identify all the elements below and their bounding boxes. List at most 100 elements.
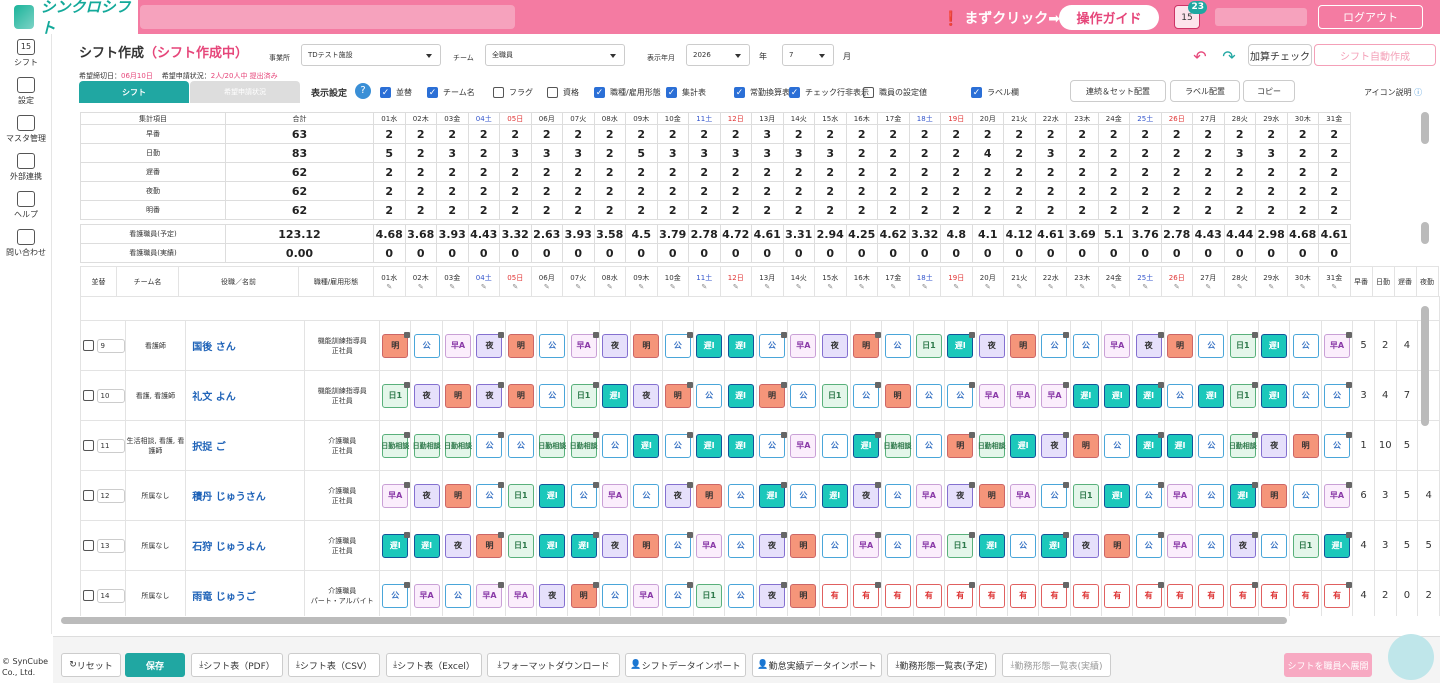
shift-badge[interactable]: 夜	[821, 333, 848, 358]
shift-badge[interactable]: 夜	[758, 531, 787, 558]
shift-badge[interactable]: 明	[633, 533, 660, 558]
shift-badge[interactable]: 有	[884, 583, 911, 608]
shift-badge[interactable]: 有	[978, 583, 1005, 608]
shift-badge[interactable]: 公	[413, 333, 440, 358]
shift-cell[interactable]: 早A	[567, 320, 600, 371]
option-5[interactable]: ✓ 集計表	[666, 87, 706, 98]
row-order-input[interactable]: 11	[96, 438, 125, 453]
shift-cell[interactable]: 明	[787, 570, 820, 616]
pencil-icon[interactable]: ✎	[973, 283, 1003, 291]
shift-cell[interactable]: 公	[787, 370, 820, 421]
shift-cell[interactable]: 明	[787, 520, 820, 571]
shift-badge[interactable]: 公	[539, 383, 566, 408]
shift-cell[interactable]: 遅I	[536, 520, 569, 571]
checkbox-icon[interactable]: ✓	[380, 87, 391, 98]
pencil-icon[interactable]: ✎	[1067, 283, 1097, 291]
shift-badge[interactable]: 公	[1041, 331, 1070, 358]
shift-badge[interactable]: 早A	[1010, 383, 1037, 408]
row-checkbox[interactable]	[83, 490, 94, 501]
shift-cell[interactable]: 早A	[1320, 320, 1354, 371]
shift-badge[interactable]: 明	[445, 483, 472, 508]
shift-badge[interactable]: 有	[1072, 583, 1099, 608]
shift-cell[interactable]: 有	[1006, 570, 1040, 616]
staff-name-link[interactable]: 雨竜 じゅうご	[192, 592, 255, 603]
pencil-icon[interactable]: ✎	[784, 283, 814, 291]
shift-badge[interactable]: 遅I	[978, 533, 1005, 558]
day-header-edit[interactable]: 09木 ✎	[625, 266, 658, 297]
shift-badge[interactable]: 夜	[758, 581, 787, 608]
shift-cell[interactable]: 日1	[1069, 470, 1103, 521]
shift-cell[interactable]: 有	[975, 570, 1008, 616]
pencil-icon[interactable]: ✎	[752, 283, 782, 291]
shift-badge[interactable]: 公	[476, 481, 505, 508]
day-header-edit[interactable]: 22水 ✎	[1034, 266, 1067, 297]
shift-badge[interactable]: 早A	[633, 583, 660, 608]
shift-cell[interactable]: 公	[536, 320, 569, 371]
auto-create-button[interactable]: シフト自動作成	[1314, 44, 1436, 66]
day-header-edit[interactable]: 01水 ✎	[373, 266, 406, 297]
shift-cell[interactable]: 早A	[1163, 470, 1197, 521]
staff-name-link[interactable]: 石狩 じゅうよん	[192, 542, 265, 553]
shift-badge[interactable]: 明	[1261, 483, 1288, 508]
row-order-input[interactable]: 12	[96, 488, 125, 503]
shift-cell[interactable]: 遅I	[1038, 520, 1071, 571]
shift-cell[interactable]: 明	[504, 320, 538, 371]
shift-badge[interactable]: 日1	[507, 483, 534, 508]
day-header-edit[interactable]: 24金 ✎	[1097, 266, 1130, 297]
shift-badge[interactable]: 遅I	[1135, 431, 1164, 458]
shift-badge[interactable]: 遅I	[947, 331, 975, 358]
shift-cell[interactable]: 明	[504, 370, 538, 421]
pencil-icon[interactable]: ✎	[878, 283, 908, 291]
shift-cell[interactable]: 有	[944, 570, 977, 616]
shift-badge[interactable]: 早A	[1323, 331, 1352, 358]
shift-cell[interactable]: 明	[1101, 520, 1134, 571]
shift-badge[interactable]: 遅I	[1198, 383, 1225, 408]
shift-cell[interactable]: 公	[692, 370, 726, 421]
shift-badge[interactable]: 日勤相談	[884, 433, 912, 458]
shift-badge[interactable]: 夜	[1261, 433, 1288, 458]
save-button[interactable]: 保存	[125, 653, 185, 677]
shift-badge[interactable]: 早A	[476, 581, 505, 608]
shift-badge[interactable]: 日1	[507, 533, 534, 558]
shift-cell[interactable]: 有	[1258, 570, 1291, 616]
shift-badge[interactable]: 公	[1292, 483, 1319, 508]
day-header-edit[interactable]: 23木 ✎	[1066, 266, 1099, 297]
shift-cell[interactable]: 日1	[1226, 370, 1260, 421]
shift-badge[interactable]: 明	[1104, 533, 1131, 558]
shift-cell[interactable]: 遅I	[1101, 470, 1134, 521]
horizontal-scrollbar[interactable]	[61, 617, 1287, 624]
publish-shift-button[interactable]: シフトを職員へ展開	[1284, 653, 1372, 677]
pencil-icon[interactable]: ✎	[469, 283, 499, 291]
shift-cell[interactable]: 公	[410, 320, 443, 371]
shift-cell[interactable]: 公	[1195, 320, 1228, 371]
shift-cell[interactable]: 公	[1163, 370, 1197, 421]
chatbot-avatar-icon[interactable]	[1388, 634, 1434, 680]
shift-badge[interactable]: 公	[821, 433, 848, 458]
shift-cell[interactable]: 早A	[692, 520, 726, 571]
sidebar-item-2[interactable]: マスタ管理	[0, 110, 52, 148]
checkbox-icon[interactable]: ✓	[427, 87, 438, 98]
day-header-edit[interactable]: 17金 ✎	[877, 266, 910, 297]
option-0[interactable]: ✓ 並替	[380, 87, 412, 98]
shift-cell[interactable]: 早A	[1006, 470, 1040, 521]
shift-cell[interactable]: 遅I	[1006, 420, 1040, 471]
shift-badge[interactable]: 日勤相談	[381, 431, 410, 458]
shift-cell[interactable]: 遅I	[1132, 420, 1165, 471]
day-header-edit[interactable]: 13月 ✎	[751, 266, 784, 297]
day-header-edit[interactable]: 05日 ✎	[499, 266, 532, 297]
team-select[interactable]: 全職員	[485, 44, 625, 66]
shift-cell[interactable]: 有	[1101, 570, 1134, 616]
shift-cell[interactable]: 夜	[1132, 320, 1165, 371]
shift-cell[interactable]: 明	[567, 570, 600, 616]
shift-badge[interactable]: 公	[727, 583, 754, 608]
shift-badge[interactable]: 有	[1010, 583, 1037, 608]
shift-cell[interactable]: 夜	[755, 570, 789, 616]
shift-cell[interactable]: 夜	[1038, 420, 1071, 471]
actual-import-button[interactable]: 👤 勤怠実績データインポート	[752, 653, 882, 677]
shift-cell[interactable]: 夜	[818, 320, 851, 371]
shift-cell[interactable]: 早A	[504, 570, 538, 616]
shift-badge[interactable]: 日1	[915, 333, 942, 358]
shift-badge[interactable]: 公	[664, 531, 693, 558]
shift-cell[interactable]: 公	[1320, 420, 1354, 471]
staff-name-link[interactable]: 礼文 よん	[192, 392, 235, 403]
